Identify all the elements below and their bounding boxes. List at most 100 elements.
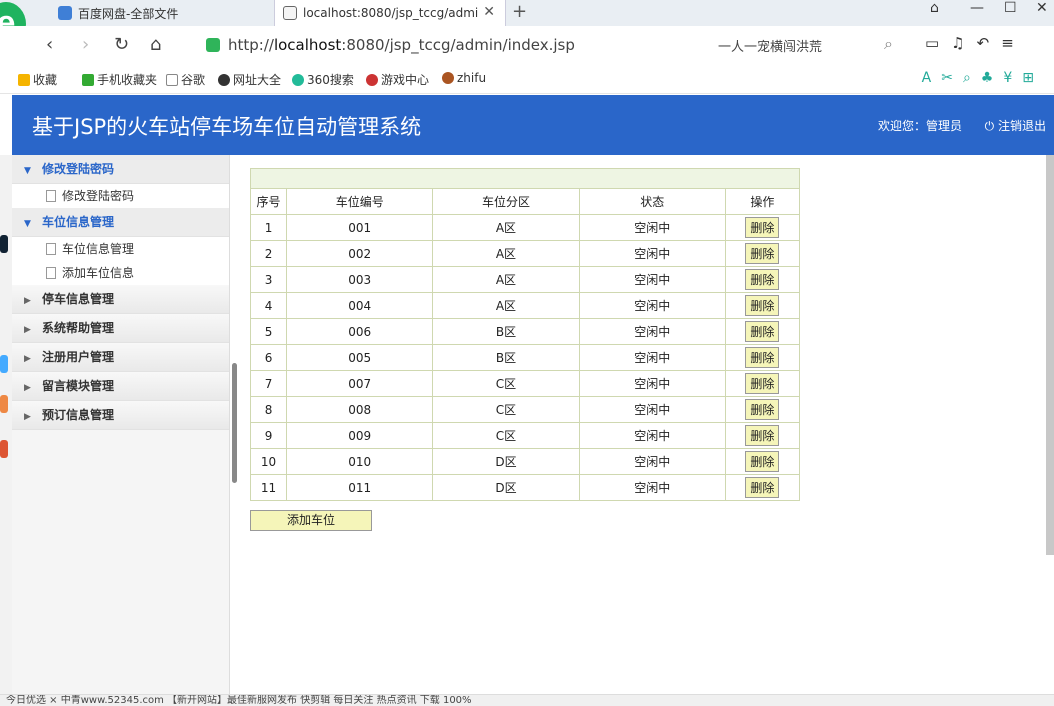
minimize-icon[interactable]: — bbox=[970, 0, 984, 16]
sidebar-group-parking-space[interactable]: ▼ 车位信息管理 bbox=[12, 208, 229, 237]
tab-localhost[interactable]: localhost:8080/jsp_tccg/admi ✕ bbox=[274, 0, 506, 26]
search-icon[interactable]: ⌕ bbox=[884, 34, 893, 54]
side-app-strip bbox=[0, 155, 12, 695]
shield-icon bbox=[206, 38, 220, 52]
delete-button[interactable]: 删除 bbox=[745, 477, 780, 498]
delete-button[interactable]: 删除 bbox=[745, 243, 780, 264]
table-cell-actions: 删除 bbox=[724, 396, 801, 423]
logout-link[interactable]: ⏻ 注销退出 bbox=[985, 117, 1046, 134]
col-header: 操作 bbox=[724, 188, 801, 215]
forward-icon[interactable]: › bbox=[82, 34, 89, 55]
table-cell: C区 bbox=[432, 396, 580, 423]
table-cell: 空闲中 bbox=[578, 370, 726, 397]
app-icon[interactable] bbox=[0, 355, 8, 373]
close-icon[interactable]: ✕ bbox=[483, 4, 495, 20]
shirt-icon[interactable]: ⌂ bbox=[930, 0, 939, 16]
app-icon[interactable] bbox=[0, 235, 8, 253]
bookmark-item[interactable]: 360搜索 bbox=[292, 71, 354, 88]
sidebar-group-reservations[interactable]: ▶ 预订信息管理 bbox=[12, 401, 229, 430]
table-row: 7 007 C区 空闲中 删除 bbox=[249, 370, 801, 397]
table-cell: 空闲中 bbox=[578, 448, 726, 475]
sidebar-group-users[interactable]: ▶ 注册用户管理 bbox=[12, 343, 229, 372]
bookmark-item[interactable]: 收藏 bbox=[18, 71, 57, 88]
address-bar[interactable]: http://localhost:8080/jsp_tccg/admin/ind… bbox=[206, 32, 704, 58]
col-header: 状态 bbox=[578, 188, 726, 215]
sidebar-item-change-password[interactable]: 修改登陆密码 bbox=[12, 184, 229, 208]
table-cell: C区 bbox=[432, 422, 580, 449]
table-row: 6 005 B区 空闲中 删除 bbox=[249, 344, 801, 371]
delete-button[interactable]: 删除 bbox=[745, 373, 780, 394]
sidebar-group-system-help[interactable]: ▶ 系统帮助管理 bbox=[12, 314, 229, 343]
sidebar-item-add-parking-space[interactable]: 添加车位信息 bbox=[12, 261, 229, 285]
delete-button[interactable]: 删除 bbox=[745, 347, 780, 368]
table-cell: A区 bbox=[432, 240, 580, 267]
app-icon[interactable] bbox=[0, 440, 8, 458]
search-box-text[interactable]: 一人一宠横闯洪荒 bbox=[718, 36, 822, 55]
search-icon bbox=[292, 73, 304, 86]
bookmark-item[interactable]: 谷歌 bbox=[166, 71, 205, 88]
table-cell-actions: 删除 bbox=[724, 318, 801, 345]
add-parking-space-button[interactable]: 添加车位 bbox=[250, 510, 372, 531]
bookmark-item[interactable]: 手机收藏夹 bbox=[82, 71, 157, 88]
bookmark-item[interactable]: zhifu bbox=[442, 71, 486, 85]
bookmark-item[interactable]: 游戏中心 bbox=[366, 71, 429, 88]
maximize-icon[interactable]: ☐ bbox=[1004, 0, 1017, 16]
table-cell: 006 bbox=[286, 318, 434, 345]
new-tab-icon[interactable]: + bbox=[512, 1, 527, 22]
table-cell-actions: 删除 bbox=[724, 240, 801, 267]
page-scrollbar[interactable] bbox=[1046, 155, 1054, 555]
table-cell: 008 bbox=[286, 396, 434, 423]
tab-baidu-pan[interactable]: 百度网盘-全部文件 bbox=[50, 0, 272, 26]
table-cell: A区 bbox=[432, 266, 580, 293]
table-cell-actions: 删除 bbox=[724, 422, 801, 449]
sidebar-group-messages[interactable]: ▶ 留言模块管理 bbox=[12, 372, 229, 401]
table-cell: 空闲中 bbox=[578, 214, 726, 241]
delete-button[interactable]: 删除 bbox=[745, 451, 780, 472]
cloud-icon bbox=[58, 6, 72, 20]
table-cell-actions: 删除 bbox=[724, 448, 801, 475]
expanded-arrow-icon: ▼ bbox=[24, 166, 31, 176]
col-header: 序号 bbox=[249, 188, 288, 215]
table-cell: 9 bbox=[249, 422, 288, 449]
app-icon[interactable] bbox=[0, 395, 8, 413]
browser-status-bar: 今日优选 × 中青www.52345.com 【新开网站】最佳新服网发布 快剪辑… bbox=[0, 694, 1054, 706]
delete-button[interactable]: 删除 bbox=[745, 295, 780, 316]
table-cell-actions: 删除 bbox=[724, 344, 801, 371]
table-cell-actions: 删除 bbox=[724, 214, 801, 241]
table-cell: 空闲中 bbox=[578, 422, 726, 449]
table-cell: 002 bbox=[286, 240, 434, 267]
delete-button[interactable]: 删除 bbox=[745, 399, 780, 420]
delete-button[interactable]: 删除 bbox=[745, 425, 780, 446]
page-icon bbox=[166, 73, 178, 86]
sidebar-group-password[interactable]: ▼ 修改登陆密码 bbox=[12, 155, 229, 184]
toolbar-icons[interactable]: ▭♫↶≡ bbox=[925, 34, 1026, 52]
expanded-arrow-icon: ▼ bbox=[24, 219, 31, 229]
table-cell: 空闲中 bbox=[578, 266, 726, 293]
table-row: 8 008 C区 空闲中 删除 bbox=[249, 396, 801, 423]
delete-button[interactable]: 删除 bbox=[745, 321, 780, 342]
browser-tabbar: e 百度网盘-全部文件 localhost:8080/jsp_tccg/admi… bbox=[0, 0, 1054, 46]
extension-icons[interactable]: A✂⌕♣¥⊞ bbox=[922, 70, 1044, 86]
collapsed-arrow-icon: ▶ bbox=[24, 383, 31, 393]
back-icon[interactable]: ‹ bbox=[46, 34, 53, 55]
delete-button[interactable]: 删除 bbox=[745, 217, 780, 238]
sidebar-splitter[interactable] bbox=[232, 363, 237, 483]
sidebar-item-parking-space-manage[interactable]: 车位信息管理 bbox=[12, 237, 229, 261]
home-icon[interactable]: ⌂ bbox=[150, 34, 161, 55]
delete-button[interactable]: 删除 bbox=[745, 269, 780, 290]
bookmarks-bar: 收藏 手机收藏夹 谷歌 网址大全 360搜索 游戏中心 zhifu A✂⌕♣¥⊞ bbox=[0, 64, 1054, 94]
welcome-text: 欢迎您：管理员 bbox=[877, 119, 962, 133]
table-cell: 5 bbox=[249, 318, 288, 345]
refresh-icon[interactable]: ↻ bbox=[114, 34, 129, 55]
table-cell: 空闲中 bbox=[578, 396, 726, 423]
globe-icon bbox=[218, 73, 230, 86]
bookmark-item[interactable]: 网址大全 bbox=[218, 71, 281, 88]
sidebar-group-parking-info[interactable]: ▶ 停车信息管理 bbox=[12, 285, 229, 314]
table-row: 3 003 A区 空闲中 删除 bbox=[249, 266, 801, 293]
phone-icon bbox=[82, 73, 94, 86]
collapsed-arrow-icon: ▶ bbox=[24, 354, 31, 364]
star-icon bbox=[18, 73, 30, 86]
table-cell: 007 bbox=[286, 370, 434, 397]
collapsed-arrow-icon: ▶ bbox=[24, 325, 31, 335]
window-close-icon[interactable]: ✕ bbox=[1036, 0, 1048, 16]
